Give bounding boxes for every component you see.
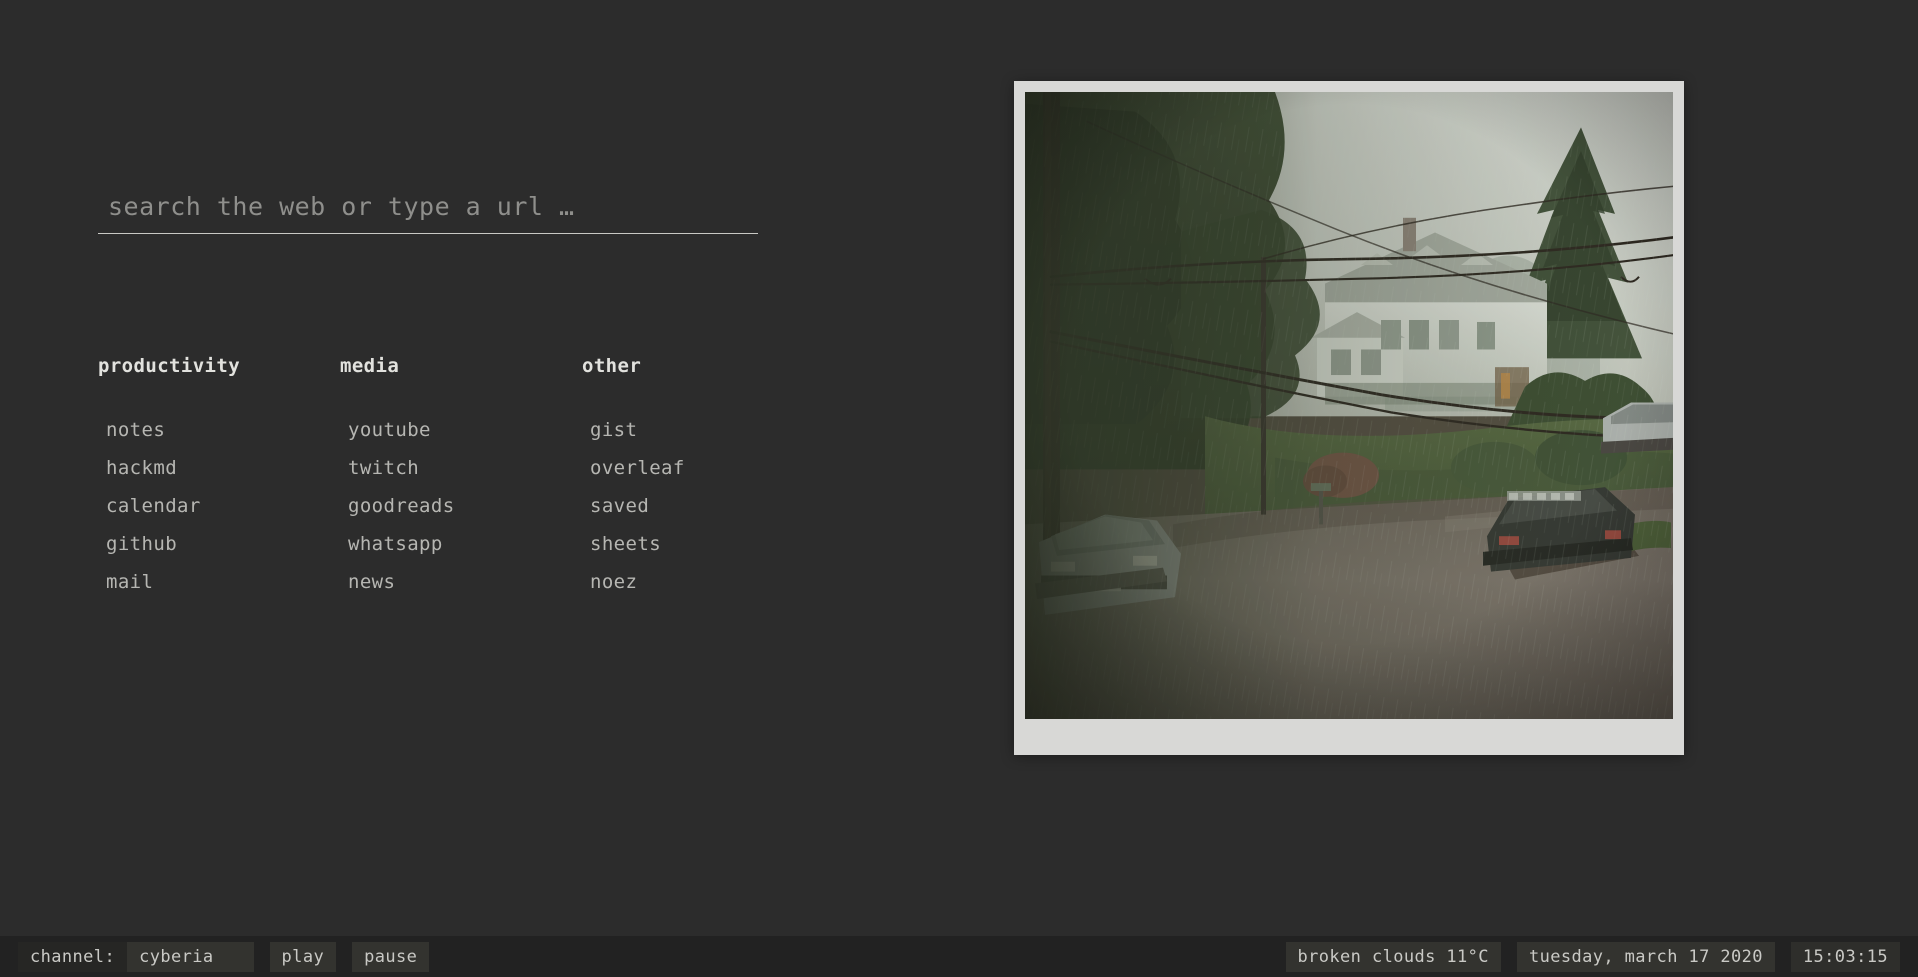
link-column-productivity: productivity notes hackmd calendar githu… [98, 355, 340, 601]
link-noez[interactable]: noez [582, 563, 824, 601]
link-notes[interactable]: notes [98, 411, 340, 449]
background-photo [1025, 92, 1673, 719]
search-bar[interactable] [98, 192, 758, 234]
left-panel: productivity notes hackmd calendar githu… [0, 0, 1000, 936]
column-title-media: media [340, 355, 400, 377]
column-title-other: other [582, 355, 642, 377]
link-sheets[interactable]: sheets [582, 525, 824, 563]
clock-status: 15:03:15 [1790, 941, 1900, 972]
status-bar-left: channel: cyberia play pause [18, 941, 430, 972]
link-news[interactable]: news [340, 563, 582, 601]
link-column-media: media youtube twitch goodreads whatsapp … [340, 355, 582, 601]
link-saved[interactable]: saved [582, 487, 824, 525]
play-button[interactable]: play [269, 941, 337, 972]
status-bar: channel: cyberia play pause broken cloud… [0, 936, 1918, 977]
weather-status: broken clouds 11°C [1285, 941, 1501, 972]
channel-value: cyberia [139, 946, 214, 967]
photo-frame [1014, 81, 1684, 755]
link-overleaf[interactable]: overleaf [582, 449, 824, 487]
channel-label: channel: [18, 941, 128, 972]
link-list-productivity: notes hackmd calendar github mail [98, 411, 340, 601]
link-github[interactable]: github [98, 525, 340, 563]
link-youtube[interactable]: youtube [340, 411, 582, 449]
link-list-other: gist overleaf saved sheets noez [582, 411, 824, 601]
status-bar-right: broken clouds 11°C tuesday, march 17 202… [1285, 941, 1900, 972]
link-hackmd[interactable]: hackmd [98, 449, 340, 487]
link-list-media: youtube twitch goodreads whatsapp news [340, 411, 582, 601]
startpage-root: productivity notes hackmd calendar githu… [0, 0, 1918, 977]
link-mail[interactable]: mail [98, 563, 340, 601]
search-input[interactable] [98, 192, 758, 234]
link-goodreads[interactable]: goodreads [340, 487, 582, 525]
link-column-other: other gist overleaf saved sheets noez [582, 355, 824, 601]
column-title-productivity: productivity [98, 355, 241, 377]
link-twitch[interactable]: twitch [340, 449, 582, 487]
link-whatsapp[interactable]: whatsapp [340, 525, 582, 563]
pause-button[interactable]: pause [352, 941, 430, 972]
link-calendar[interactable]: calendar [98, 487, 340, 525]
date-status: tuesday, march 17 2020 [1516, 941, 1775, 972]
photo-illustration [1025, 92, 1673, 719]
link-columns: productivity notes hackmd calendar githu… [98, 355, 824, 601]
channel-indicator[interactable]: channel: cyberia [18, 941, 254, 972]
link-gist[interactable]: gist [582, 411, 824, 449]
